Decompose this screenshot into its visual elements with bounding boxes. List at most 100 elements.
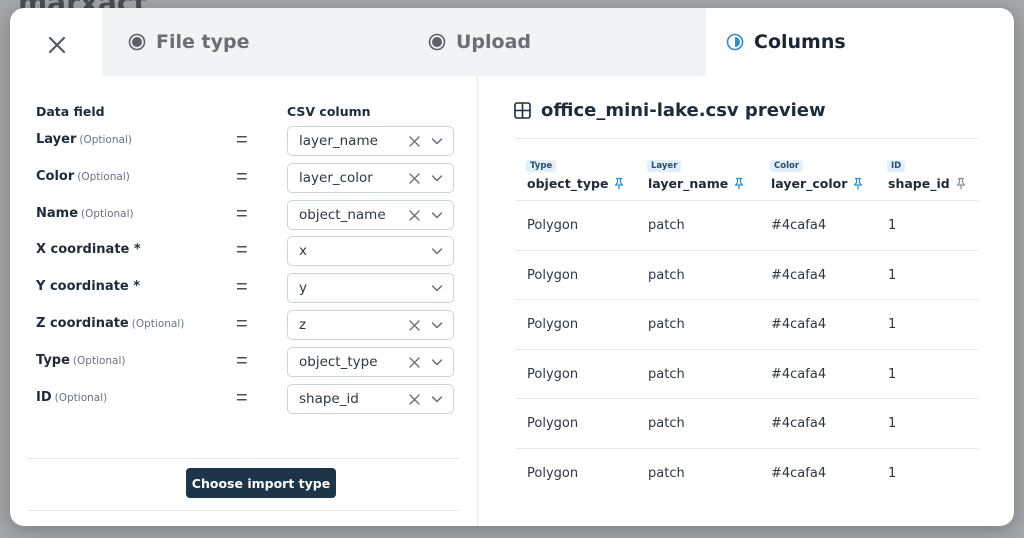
clear-icon[interactable] (408, 393, 421, 406)
equals-icon: = (236, 313, 248, 335)
preview-title: office_mini-lake.csv preview (514, 100, 826, 121)
table-row: Polygon patch #4cafa4 1 (516, 200, 978, 250)
column-header: Layer layer_name (637, 156, 760, 200)
csv-column-select[interactable]: object_name (287, 200, 454, 230)
mapping-row: Z coordinate (Optional) = z (28, 310, 477, 340)
table-cell: patch (648, 317, 685, 332)
csv-column-select[interactable]: shape_id (287, 384, 454, 414)
equals-icon: = (236, 239, 248, 261)
table-row: Polygon patch #4cafa4 1 (516, 299, 978, 349)
import-modal: File type Upload Columns Data field CSV … (10, 8, 1014, 526)
step-complete-icon (128, 33, 146, 51)
table-cell: patch (648, 267, 685, 283)
table-cell: 1 (888, 317, 897, 332)
mapping-row: X coordinate * = x (28, 236, 477, 266)
table-cell: patch (648, 366, 685, 382)
mapping-row: Type (Optional) = object_type (28, 347, 477, 377)
field-name: Layer (36, 132, 77, 147)
choose-import-type-button[interactable]: Choose import type (186, 468, 336, 498)
column-name-text: layer_name (648, 176, 729, 191)
tab-columns[interactable]: Columns (726, 8, 846, 76)
mapping-row: Name (Optional) = object_name (28, 200, 477, 230)
column-name-text: layer_color (771, 176, 848, 191)
chevron-down-icon[interactable] (431, 284, 443, 293)
select-value: y (299, 280, 307, 296)
clear-icon[interactable] (408, 356, 421, 369)
field-name: Name (36, 206, 79, 221)
close-button[interactable] (40, 28, 74, 62)
mapping-row: ID (Optional) = shape_id (28, 384, 477, 414)
mapping-row: Y coordinate * = y (28, 273, 477, 303)
table-cell: #4cafa4 (771, 267, 827, 283)
step-complete-icon (428, 33, 446, 51)
field-label: ID (Optional) (36, 390, 107, 405)
csv-column-select[interactable]: x (287, 236, 454, 266)
column-name: layer_name (648, 176, 745, 191)
clear-icon[interactable] (408, 209, 421, 222)
chevron-down-icon[interactable] (431, 247, 443, 256)
tab-label: Columns (754, 31, 846, 53)
column-header: Color layer_color (760, 156, 877, 200)
table-cell: 1 (888, 218, 897, 233)
csv-column-select[interactable]: y (287, 273, 454, 303)
select-value: shape_id (299, 391, 359, 407)
clear-icon[interactable] (408, 135, 421, 148)
tab-label: Upload (456, 31, 532, 53)
select-value: object_type (299, 354, 378, 370)
preview-title-text: office_mini-lake.csv preview (541, 100, 826, 121)
optional-tag: (Optional) (81, 208, 134, 220)
chevron-down-icon[interactable] (431, 321, 443, 330)
field-label: X coordinate * (36, 242, 141, 257)
field-label: Color (Optional) (36, 169, 130, 184)
csv-column-select[interactable]: object_type (287, 347, 454, 377)
csv-column-select[interactable]: layer_name (287, 126, 454, 156)
clear-icon[interactable] (408, 319, 421, 332)
table-cell: 1 (888, 465, 897, 481)
chevron-down-icon[interactable] (431, 358, 443, 367)
select-value: x (299, 243, 307, 259)
chevron-down-icon[interactable] (431, 137, 443, 146)
tab-upload[interactable]: Upload (428, 8, 531, 76)
equals-icon: = (236, 276, 248, 298)
chevron-down-icon[interactable] (431, 395, 443, 404)
column-mapping-badge: Layer (647, 160, 682, 172)
table-cell: #4cafa4 (771, 218, 827, 233)
tab-file-type[interactable]: File type (128, 8, 249, 76)
table-cell: Polygon (527, 465, 579, 481)
csv-column-header: CSV column (287, 104, 371, 119)
tab-label: File type (156, 31, 250, 53)
table-cell: patch (648, 465, 685, 481)
clear-icon[interactable] (408, 172, 421, 185)
csv-column-select[interactable]: z (287, 310, 454, 340)
chevron-down-icon[interactable] (431, 211, 443, 220)
equals-icon: = (236, 129, 248, 151)
pin-icon[interactable] (852, 177, 864, 190)
optional-tag: (Optional) (79, 134, 132, 146)
column-mapping-panel: Data field CSV column Layer (Optional) = la… (28, 76, 477, 526)
field-label: Name (Optional) (36, 206, 134, 221)
table-cell: 1 (888, 267, 897, 283)
field-name: Type (36, 353, 70, 368)
equals-icon: = (236, 350, 248, 372)
optional-tag: (Optional) (54, 392, 108, 404)
pin-icon[interactable] (955, 177, 967, 190)
field-name: Y coordinate * (36, 279, 141, 294)
pin-icon[interactable] (613, 177, 625, 190)
divider (28, 510, 459, 511)
column-name: layer_color (771, 176, 864, 191)
table-icon (514, 102, 531, 119)
table-row: Polygon patch #4cafa4 1 (516, 249, 978, 300)
wizard-header: File type Upload Columns (10, 8, 1014, 76)
table-cell: Polygon (527, 366, 579, 382)
pin-icon[interactable] (733, 177, 745, 190)
csv-column-select[interactable]: layer_color (287, 163, 454, 193)
table-cell: #4cafa4 (771, 366, 827, 382)
field-name: Color (36, 169, 75, 184)
column-name: shape_id (888, 176, 967, 191)
divider (516, 138, 978, 139)
field-label: Y coordinate * (36, 279, 140, 294)
chevron-down-icon[interactable] (431, 174, 443, 183)
divider (28, 458, 459, 459)
select-value: layer_color (299, 170, 373, 186)
equals-icon: = (236, 203, 248, 225)
